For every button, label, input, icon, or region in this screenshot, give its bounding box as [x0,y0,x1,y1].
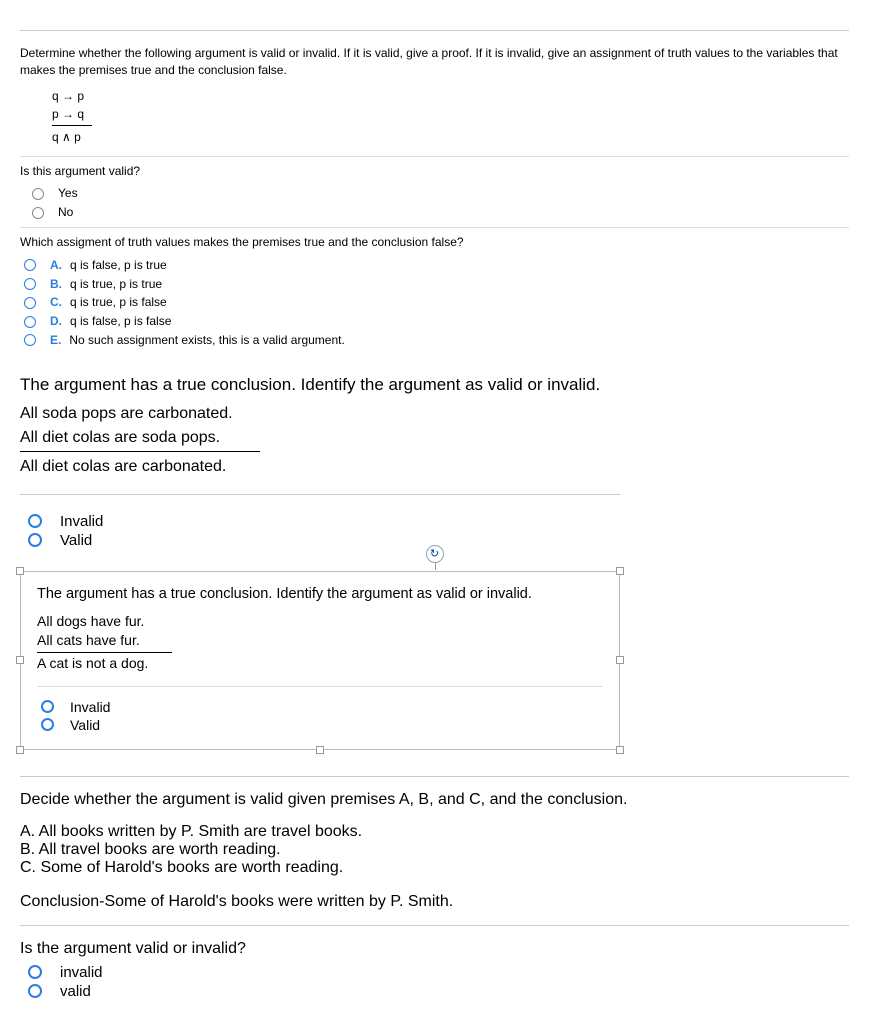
q3-premise-1: All dogs have fur. [37,612,603,632]
radio-icon [24,334,36,346]
q1-argument: q → p p → q q ∧ p [52,87,849,146]
option-label: q is true, p is true [70,276,162,293]
option-label: Invalid [70,699,110,715]
radio-icon [24,259,36,271]
question-1: Determine whether the following argument… [20,45,849,349]
option-label: q is false, p is false [70,313,171,330]
q2-conclusion: All diet colas are carbonated. [20,458,849,476]
q2-option-invalid[interactable]: Invalid [28,513,849,530]
q4-prompt: Decide whether the argument is valid giv… [20,791,849,809]
rotate-stem [435,562,436,570]
resize-handle[interactable] [16,656,24,664]
q1-prompt: Determine whether the following argument… [20,45,849,79]
rotate-handle-icon[interactable]: ↻ [426,545,444,563]
radio-icon [28,984,42,998]
inference-rule [52,125,92,126]
option-marker: B. [50,276,62,293]
q3-conclusion: A cat is not a dog. [37,654,603,674]
rotate-glyph: ↻ [430,547,439,560]
option-marker: E. [50,332,61,349]
radio-icon [24,297,36,309]
option-label: valid [60,983,91,1000]
q3-option-invalid[interactable]: Invalid [41,699,603,715]
question-3: The argument has a true conclusion. Iden… [20,571,620,750]
resize-handle[interactable] [316,746,324,754]
q1-premise-1: q → p [52,87,849,105]
option-label: No such assignment exists, this is a val… [69,332,344,349]
question-4: Decide whether the argument is valid giv… [20,776,849,1000]
resize-handle[interactable] [616,656,624,664]
q1-option-e[interactable]: E. No such assignment exists, this is a … [24,332,849,349]
q2-prompt: The argument has a true conclusion. Iden… [20,375,849,395]
radio-icon [28,965,42,979]
option-label: No [58,204,73,221]
q1-option-c[interactable]: C. q is true, p is false [24,294,849,311]
question-2: The argument has a true conclusion. Iden… [20,375,849,549]
radio-icon [41,700,54,713]
q3-option-valid[interactable]: Valid [41,717,603,733]
resize-handle[interactable] [16,567,24,575]
q1-option-no[interactable]: No [32,204,849,221]
q4-sub-question: Is the argument valid or invalid? [20,940,849,958]
q4-premise-a: A. All books written by P. Smith are tra… [20,823,849,841]
q2-premise-1: All soda pops are carbonated. [20,405,849,423]
q4-option-valid[interactable]: valid [28,983,849,1000]
q1-sub-question-2: Which assigment of truth values makes th… [20,234,849,251]
resize-handle[interactable] [16,746,24,754]
q1-option-d[interactable]: D. q is false, p is false [24,313,849,330]
q1-option-a[interactable]: A. q is false, p is true [24,257,849,274]
q1-sub-question-1: Is this argument valid? [20,163,849,180]
radio-icon [28,514,42,528]
q4-premise-b: B. All travel books are worth reading. [20,841,849,859]
resize-handle[interactable] [616,746,624,754]
radio-icon [32,188,44,200]
q4-conclusion: Conclusion-Some of Harold's books were w… [20,893,849,911]
option-marker: C. [50,294,62,311]
resize-handle[interactable] [616,567,624,575]
q1-conclusion: q ∧ p [52,128,849,146]
option-label: Invalid [60,513,103,530]
q1-premise-2: p → q [52,105,849,123]
option-marker: A. [50,257,62,274]
radio-icon [41,718,54,731]
inference-rule [20,451,260,452]
inference-rule [37,652,172,653]
q3-premise-2: All cats have fur. [37,631,603,651]
q4-option-invalid[interactable]: invalid [28,964,849,981]
option-label: Yes [58,185,78,202]
q2-premise-2: All diet colas are soda pops. [20,429,849,447]
option-label: Valid [70,717,100,733]
radio-icon [32,207,44,219]
option-label: q is true, p is false [70,294,167,311]
q3-prompt: The argument has a true conclusion. Iden… [37,586,603,602]
q1-option-yes[interactable]: Yes [32,185,849,202]
radio-icon [24,316,36,328]
q4-premise-c: C. Some of Harold's books are worth read… [20,859,849,877]
radio-icon [28,533,42,547]
question-3-selection[interactable]: ↻ The argument has a true conclusion. Id… [20,571,849,750]
option-label: Valid [60,532,92,549]
radio-icon [24,278,36,290]
option-label: q is false, p is true [70,257,167,274]
option-label: invalid [60,964,103,981]
q1-option-b[interactable]: B. q is true, p is true [24,276,849,293]
option-marker: D. [50,313,62,330]
